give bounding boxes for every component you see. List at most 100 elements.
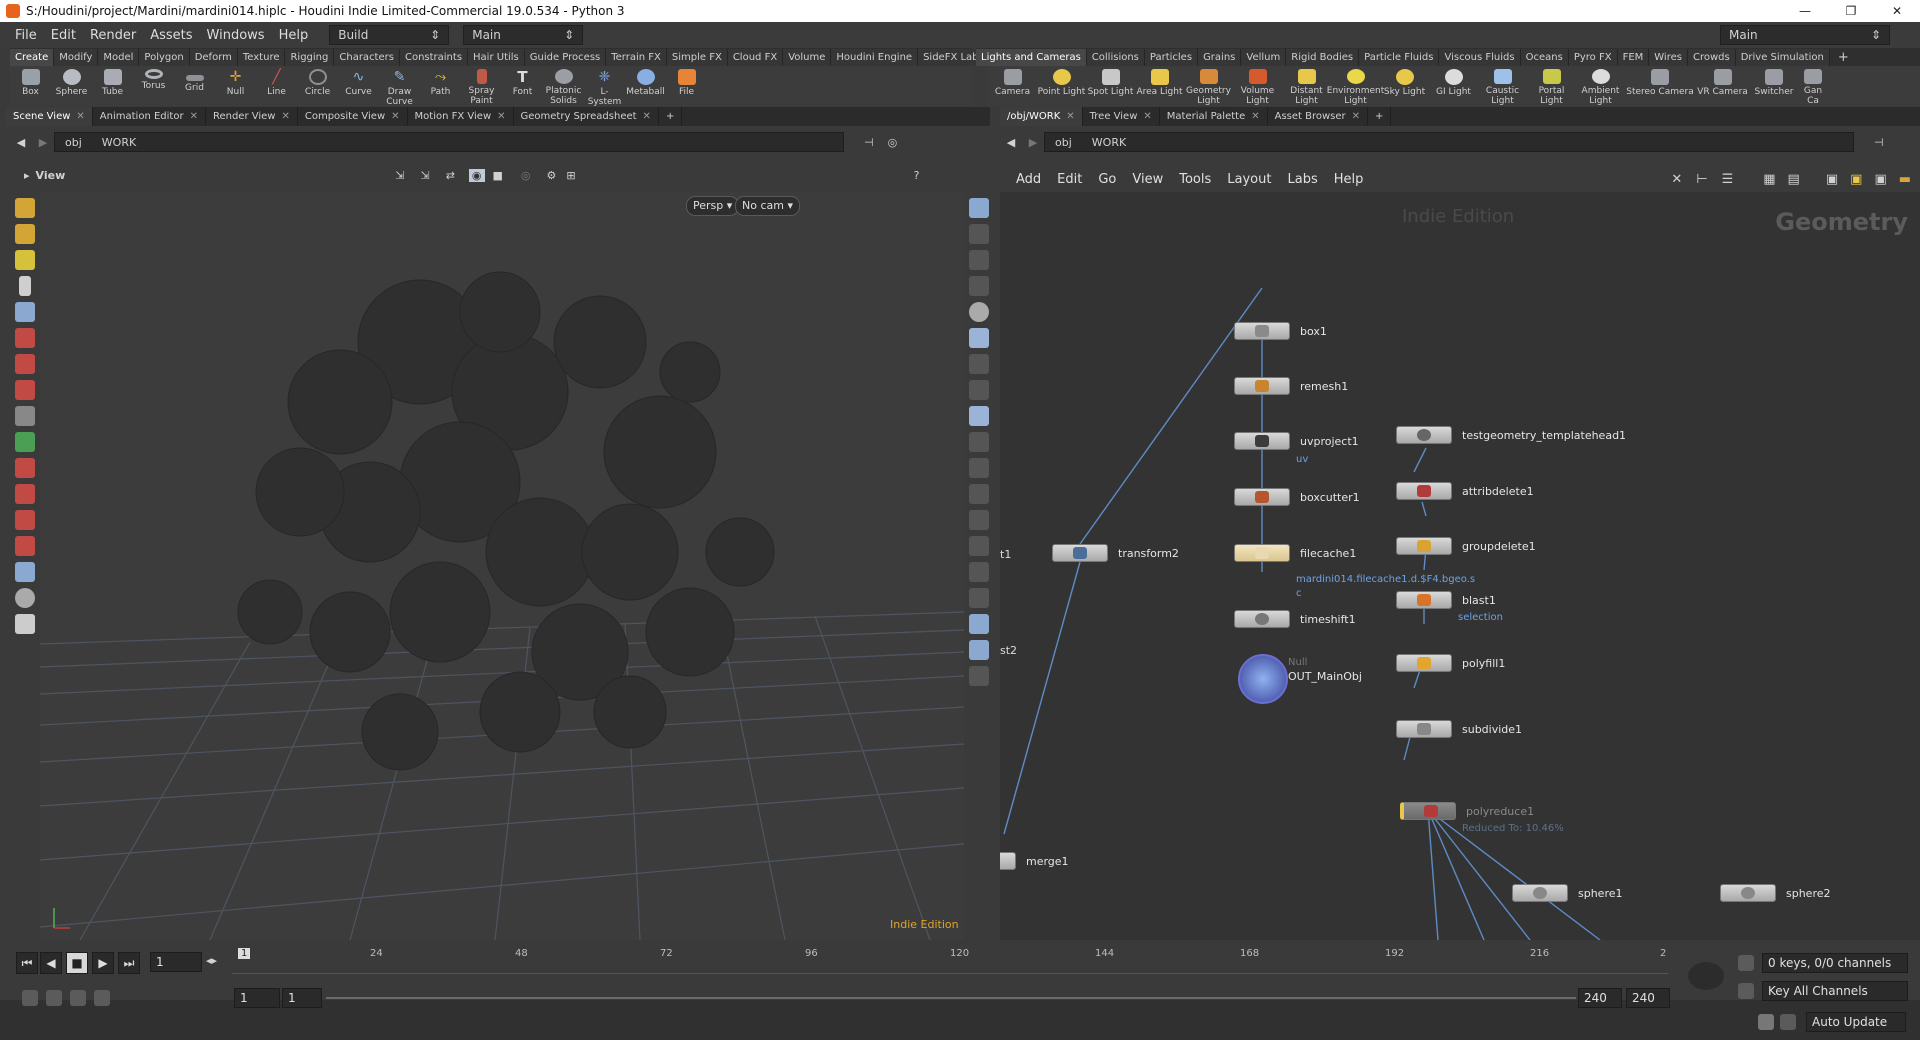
step-back-icon[interactable]: ◀ xyxy=(40,952,62,974)
menu-add[interactable]: Add xyxy=(1008,172,1049,187)
shelf-tab[interactable]: Polygon xyxy=(139,49,190,66)
tool-switcher[interactable]: Switcher xyxy=(1750,66,1798,106)
tab-tree-view[interactable]: Tree View ✕ xyxy=(1083,107,1160,126)
jump-end-icon[interactable]: ⏭ xyxy=(118,952,140,974)
shelf-tab[interactable]: Wires xyxy=(1649,49,1688,66)
node-box1[interactable]: box1 xyxy=(1234,322,1327,340)
view-menu-icon[interactable]: ▸ xyxy=(24,169,30,182)
record-icon[interactable]: ◎ xyxy=(521,169,531,182)
close-icon[interactable]: ✕ xyxy=(1251,111,1259,122)
node-sphere1[interactable]: sphere1 xyxy=(1512,884,1623,902)
select-mode-icon[interactable]: ⇲ xyxy=(395,169,404,182)
tool-l-system[interactable]: ❈ L-System xyxy=(584,66,625,107)
back-arrow-icon[interactable]: ◀ xyxy=(1000,136,1022,149)
tool-draw-curve[interactable]: ✎ Draw Curve xyxy=(379,66,420,107)
visibility-icon[interactable]: ◉ xyxy=(468,168,485,182)
shelf-tab[interactable]: Hair Utils xyxy=(468,49,525,66)
tool-gan-ca[interactable]: Gan Ca xyxy=(1798,66,1828,106)
tool-file[interactable]: File xyxy=(666,66,707,106)
info-icon[interactable] xyxy=(969,666,989,686)
menu-assets[interactable]: Assets xyxy=(143,28,199,43)
shelf-tab[interactable]: Guide Process xyxy=(524,49,607,66)
tool-line[interactable]: ╱ Line xyxy=(256,66,297,106)
scene-viewport[interactable] xyxy=(40,192,964,940)
current-frame-field[interactable]: 1 xyxy=(150,952,202,972)
tree-icon[interactable]: ⊢ xyxy=(1696,172,1707,187)
tool-geometry-light[interactable]: Geometry Light xyxy=(1184,66,1233,106)
tumble-icon[interactable] xyxy=(15,484,35,504)
camera-dropdown[interactable]: No cam ▾ xyxy=(735,196,800,216)
tab-animation-editor[interactable]: Animation Editor ✕ xyxy=(93,107,206,126)
tool-gi-light[interactable]: GI Light xyxy=(1429,66,1478,106)
scope-icon[interactable] xyxy=(1688,962,1724,990)
node-body[interactable] xyxy=(1234,377,1290,395)
tab-composite-view[interactable]: Composite View ✕ xyxy=(298,107,408,126)
shelf-tab[interactable]: Vellum xyxy=(1241,49,1287,66)
node-body[interactable] xyxy=(1234,610,1290,628)
shelf-tab[interactable]: FEM xyxy=(1617,49,1650,66)
node-body[interactable] xyxy=(1396,482,1452,500)
camera-orbit-icon[interactable] xyxy=(15,588,35,608)
tool-null[interactable]: ✛ Null xyxy=(215,66,256,106)
render-region-icon[interactable]: ⊞ xyxy=(566,169,575,182)
menu-labs[interactable]: Labs xyxy=(1279,172,1325,187)
menu-render[interactable]: Render xyxy=(83,28,143,43)
tool-spray-paint[interactable]: Spray Paint xyxy=(461,66,502,106)
tool-curve[interactable]: ∿ Curve xyxy=(338,66,379,106)
list-icon[interactable]: ☰ xyxy=(1722,172,1734,187)
forward-arrow-icon[interactable]: ▶ xyxy=(32,136,54,149)
add-tab-icon[interactable]: + xyxy=(659,107,683,126)
tool-torus[interactable]: Torus xyxy=(133,66,174,106)
menu-view[interactable]: View xyxy=(1124,172,1171,187)
tool-font[interactable]: T Font xyxy=(502,66,543,106)
shelf-tab[interactable]: Rigging xyxy=(285,49,335,66)
node-body[interactable] xyxy=(1396,537,1452,555)
layout-combo[interactable]: Main ⇕ xyxy=(463,25,584,45)
wrench-icon[interactable]: ✕ xyxy=(1671,172,1682,187)
close-icon[interactable]: ✕ xyxy=(391,111,399,122)
desktop-combo[interactable]: Build ⇕ xyxy=(329,25,450,45)
view-tool-icon[interactable] xyxy=(15,562,35,582)
snap-icon[interactable]: ⇲ xyxy=(420,169,429,182)
shelf-tab[interactable]: Particles xyxy=(1144,49,1199,66)
minimize-button[interactable]: — xyxy=(1782,0,1828,22)
pin-icon[interactable]: ⊣ xyxy=(864,136,874,149)
close-icon[interactable]: ✕ xyxy=(1352,111,1360,122)
display-options-icon[interactable] xyxy=(969,198,989,218)
node-out-mainobj[interactable] xyxy=(1238,654,1288,704)
brush-icon[interactable] xyxy=(15,224,35,244)
grid-snap-icon[interactable]: ▤ xyxy=(1788,172,1800,187)
tool-camera[interactable]: Camera xyxy=(988,66,1037,106)
cloud-icon[interactable] xyxy=(1758,1014,1774,1030)
global-anim-icon[interactable] xyxy=(94,990,110,1006)
normals-icon[interactable] xyxy=(969,484,989,504)
node-body[interactable] xyxy=(1720,884,1776,902)
range-start-field[interactable]: 1 xyxy=(234,988,280,1008)
rotate-view-icon[interactable] xyxy=(15,458,35,478)
node-testgeometry-templatehead1[interactable]: testgeometry_templatehead1 xyxy=(1396,426,1626,444)
back-arrow-icon[interactable]: ◀ xyxy=(10,136,32,149)
right-layout-combo[interactable]: Main ⇕ xyxy=(1720,25,1890,45)
range-slider[interactable] xyxy=(326,997,1576,999)
shelf-tab[interactable]: Pyro FX xyxy=(1568,49,1618,66)
tool-circle[interactable]: Circle xyxy=(297,66,338,106)
path-field[interactable]: obj WORK xyxy=(1044,132,1854,152)
shelf-tab[interactable]: Model xyxy=(98,49,140,66)
shelf-tab[interactable]: Texture xyxy=(237,49,286,66)
node-boxcutter1[interactable]: boxcutter1 xyxy=(1234,488,1360,506)
tab-network-editor[interactable]: /obj/WORK ✕ xyxy=(1000,107,1083,126)
tool-box[interactable]: Box xyxy=(10,66,51,106)
maximize-button[interactable]: ❐ xyxy=(1828,0,1874,22)
node-body[interactable] xyxy=(1234,322,1290,340)
path-segment-obj[interactable]: obj xyxy=(1045,136,1082,149)
shading-icon[interactable] xyxy=(969,302,989,322)
audio-icon[interactable] xyxy=(46,990,62,1006)
path-field[interactable]: obj WORK xyxy=(54,132,844,152)
pencil-icon[interactable] xyxy=(969,510,989,530)
node-uvproject1[interactable]: uvproject1 xyxy=(1234,432,1359,450)
grid-view-icon[interactable]: ▦ xyxy=(1763,172,1775,187)
realtime-icon[interactable] xyxy=(22,990,38,1006)
shelf-tab[interactable]: Constraints xyxy=(399,49,469,66)
tool-point-light[interactable]: Point Light xyxy=(1037,66,1086,106)
node-body[interactable] xyxy=(1234,544,1290,562)
